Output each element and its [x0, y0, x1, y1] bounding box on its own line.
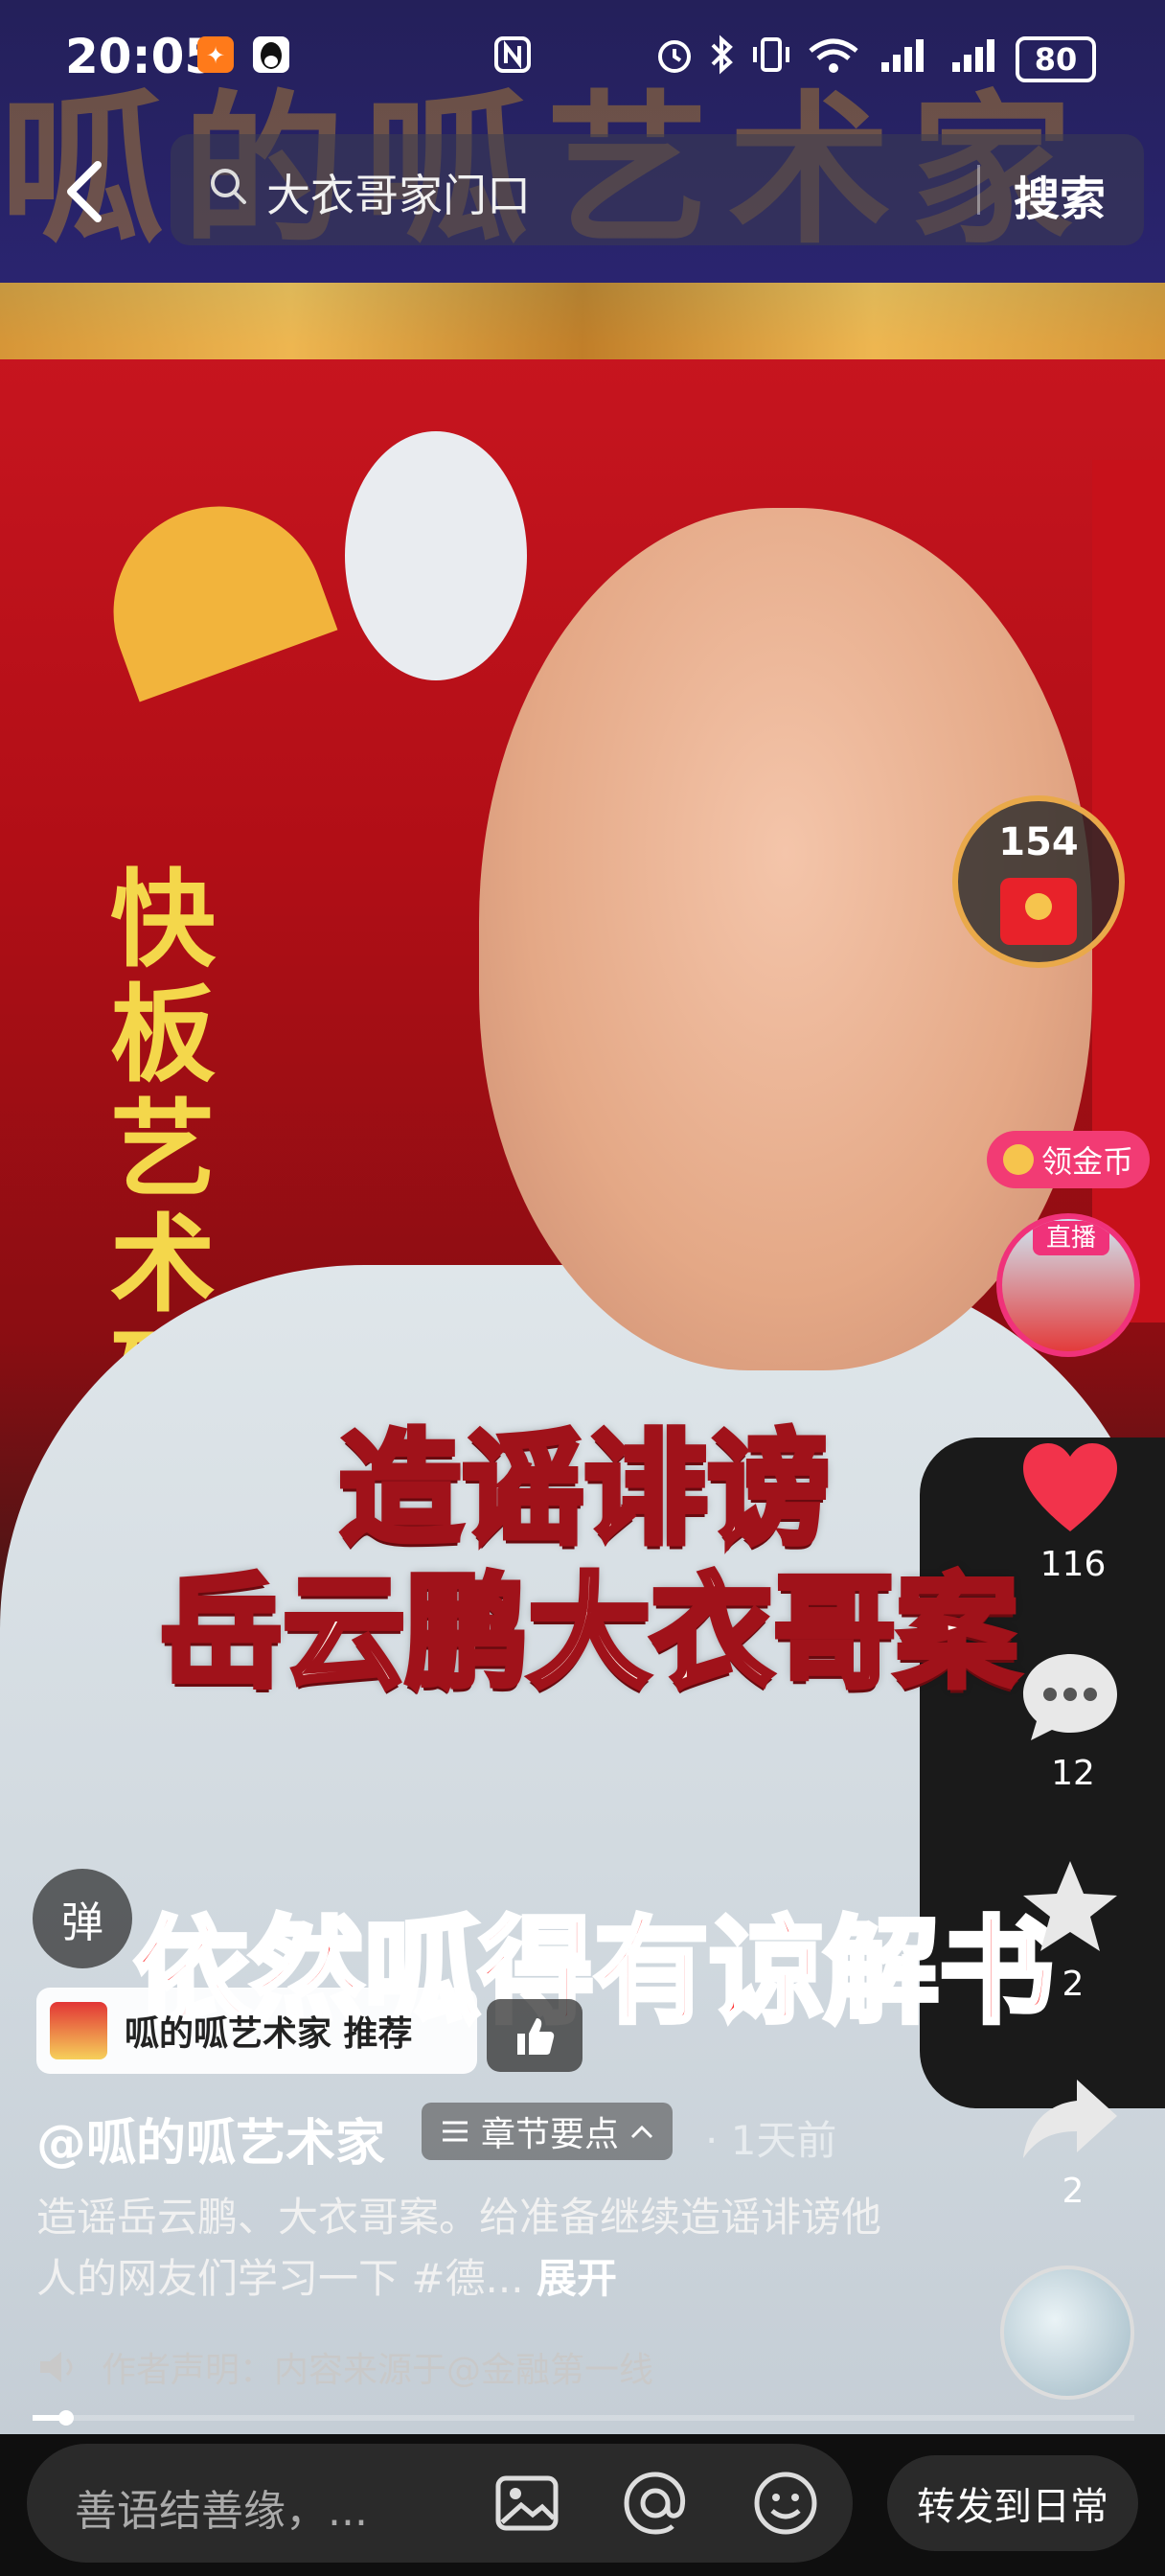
heart-icon: [1023, 1443, 1117, 1531]
alarm-icon: [653, 33, 696, 77]
chapter-points-button[interactable]: 章节要点: [422, 2103, 674, 2160]
author-statement: 作者声明：内容来源于@金融第一线: [36, 2342, 653, 2392]
comment-count: 12: [1051, 1754, 1095, 1793]
svg-text:✦: ✦: [206, 42, 225, 69]
claim-coins-button[interactable]: 领金币: [987, 1131, 1150, 1188]
music-disc-avatar[interactable]: [1000, 2266, 1134, 2400]
share-button[interactable]: [1017, 2066, 1123, 2172]
emoji-button[interactable]: [747, 2465, 824, 2542]
chevron-left-icon: [67, 161, 102, 222]
comment-placeholder: 善语结善缘，...: [75, 2487, 368, 2536]
like-count: 116: [1039, 1545, 1107, 1584]
live-avatar[interactable]: 直播: [996, 1213, 1140, 1357]
star-icon: [1023, 1861, 1117, 1951]
chevron-up-icon: [630, 2125, 653, 2139]
forward-to-daily-button[interactable]: 转发到日常: [887, 2455, 1138, 2551]
video-caption-line2: 岳云鹏大衣哥案: [157, 1559, 1021, 1708]
speaker-icon: [40, 2352, 73, 2382]
recommend-card[interactable]: 呱的呱艺术家 推荐: [36, 1988, 477, 2074]
recommend-like-button[interactable]: [487, 1999, 582, 2072]
search-bar[interactable]: 大衣哥家门口 搜索: [171, 134, 1144, 245]
battery-indicator: 80: [1016, 36, 1096, 82]
nfc-icon: [492, 33, 533, 77]
search-icon: [211, 169, 246, 204]
image-icon: [495, 2475, 559, 2531]
comment-icon: [1023, 1654, 1117, 1740]
share-count: 2: [1062, 2172, 1085, 2211]
cartoon-figure: [345, 431, 527, 680]
recommend-text: 呱的呱艺术家 推荐: [125, 2014, 413, 2054]
signal-icon-2: [948, 33, 1002, 77]
video-caption-line1: 造谣诽谤: [336, 1415, 833, 1564]
video-progress-bar[interactable]: [33, 2410, 1134, 2426]
vibrate-icon: [747, 33, 795, 77]
statement-text: 作者声明：内容来源于@金融第一线: [102, 2351, 654, 2390]
claim-coins-label: 领金币: [1040, 1143, 1133, 1180]
emoji-icon: [754, 2472, 817, 2535]
comment-input[interactable]: 善语结善缘，...: [27, 2444, 853, 2563]
recommend-thumbnail: [50, 2002, 107, 2059]
list-icon: [443, 2121, 468, 2142]
red-packet-timer[interactable]: 154: [952, 795, 1125, 968]
back-button[interactable]: [57, 153, 115, 230]
like-button[interactable]: [1017, 1438, 1123, 1543]
status-bar: 20:05 ✦ 80: [0, 0, 1165, 115]
favorite-button[interactable]: [1017, 1855, 1123, 1961]
search-button[interactable]: 搜索: [1014, 161, 1106, 228]
qq-icon: [251, 33, 291, 77]
red-packet-count: 154: [998, 820, 1079, 864]
chapter-points-label: 章节要点: [481, 2115, 620, 2154]
at-icon: [624, 2472, 686, 2535]
wifi-icon: [805, 33, 862, 77]
share-arrow-icon: [1023, 2080, 1117, 2158]
thumbs-up-icon: [517, 2018, 555, 2055]
coin-icon: [1002, 1144, 1034, 1175]
app-notification-icon: ✦: [195, 33, 236, 77]
signal-icon-1: [878, 33, 931, 77]
fan-illustration: [83, 476, 338, 702]
danmu-toggle[interactable]: 弹: [33, 1869, 132, 1968]
image-picker-button[interactable]: [489, 2465, 565, 2542]
post-time: · 1天前: [705, 2117, 837, 2164]
search-divider: [977, 165, 980, 215]
live-badge: 直播: [1033, 1221, 1109, 1255]
search-input[interactable]: 大衣哥家门口: [266, 161, 531, 224]
description-text: 造谣岳云鹏、大衣哥案。给准备继续造谣诽谤他人的网友们学习一下 #德...: [36, 2194, 882, 2302]
favorite-count: 2: [1062, 1965, 1085, 2004]
video-gold-strip: [0, 283, 1165, 359]
bluetooth-icon: [705, 33, 738, 77]
mention-button[interactable]: [617, 2465, 694, 2542]
video-description[interactable]: 造谣岳云鹏、大衣哥案。给准备继续造谣诽谤他人的网友们学习一下 #德... 展开: [36, 2187, 899, 2310]
author-name[interactable]: @呱的呱艺术家: [36, 2103, 385, 2174]
expand-link[interactable]: 展开: [537, 2255, 617, 2302]
comment-button[interactable]: [1017, 1644, 1123, 1750]
progress-handle[interactable]: [57, 2410, 74, 2426]
red-envelope-icon: [1000, 878, 1077, 945]
